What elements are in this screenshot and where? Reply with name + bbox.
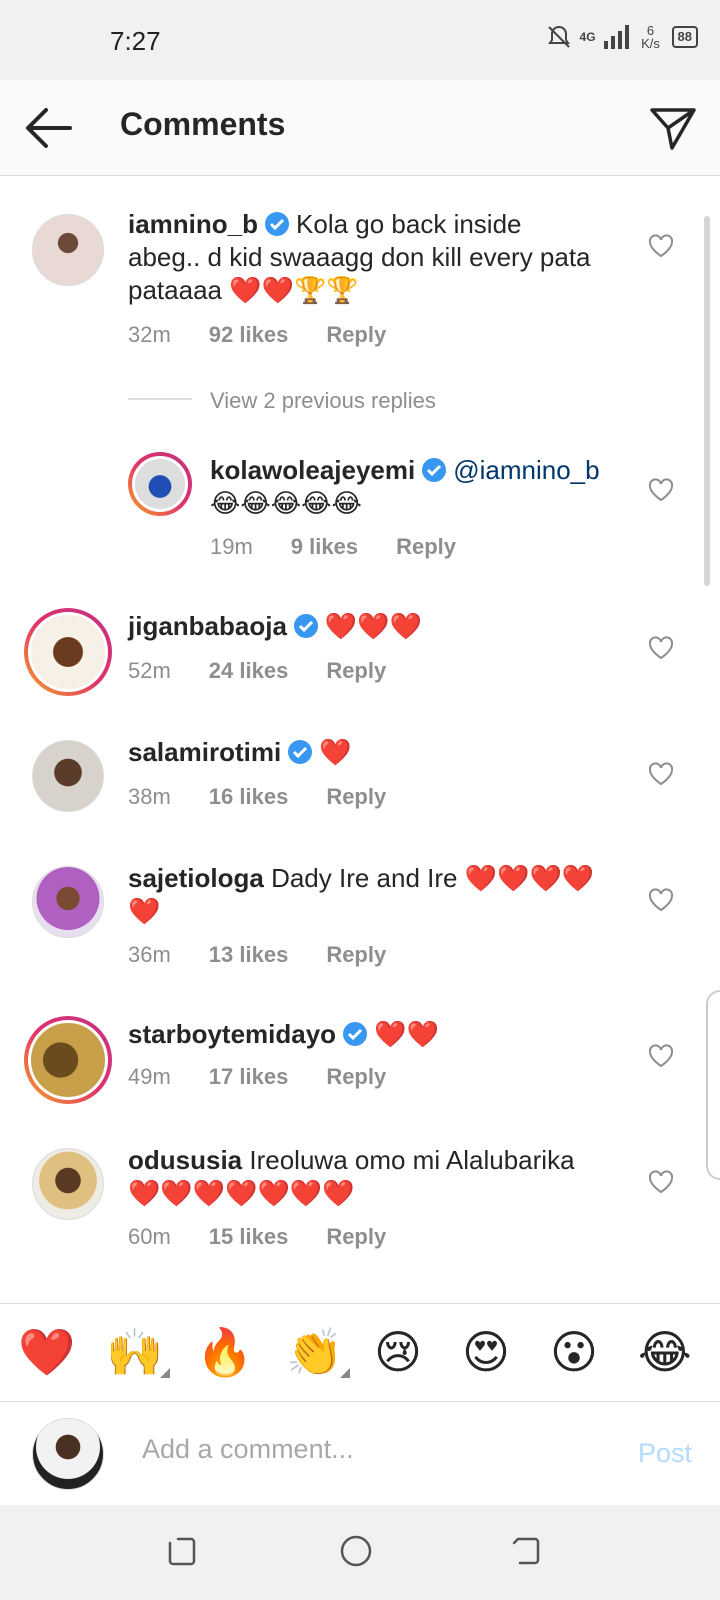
status-time: 7:27 — [110, 26, 161, 56]
emoji-fire[interactable]: 🔥 — [196, 1324, 253, 1380]
verified-badge-icon — [265, 212, 290, 236]
comment-meta: 52m 24 likes Reply — [128, 658, 386, 684]
reply-button[interactable]: Reply — [326, 322, 386, 348]
likes-count[interactable]: 92 likes — [209, 322, 289, 348]
likes-count[interactable]: 13 likes — [209, 942, 289, 968]
comment-time: 36m — [128, 942, 171, 967]
emoji-joy[interactable]: 😂 — [638, 1324, 692, 1380]
system-navigation-bar — [0, 1505, 720, 1600]
comment-text: odususia Ireoluwa omo mi Alalubarika ❤️❤… — [128, 1145, 575, 1208]
like-heart-icon[interactable] — [648, 478, 674, 502]
direct-send-icon[interactable] — [648, 102, 698, 152]
like-heart-icon[interactable] — [648, 1044, 674, 1068]
battery-icon: 88 — [671, 26, 698, 48]
comment-text: iamnino_b Kola go back inside abeg.. d ki… — [128, 209, 591, 305]
username[interactable]: iamnino_b — [128, 209, 258, 239]
skin-tone-indicator — [160, 1368, 170, 1378]
avatar[interactable] — [128, 452, 192, 516]
mute-icon — [547, 25, 570, 48]
comments-header: Comments — [0, 80, 720, 176]
likes-count[interactable]: 17 likes — [209, 1064, 289, 1090]
comment-text: salamirotimi ❤️ — [128, 737, 352, 767]
status-bar: 7:27 4G 6 K/s 88 — [0, 0, 720, 80]
like-heart-icon[interactable] — [648, 888, 674, 912]
reply-button[interactable]: Reply — [326, 784, 386, 810]
likes-count[interactable]: 16 likes — [209, 784, 289, 810]
comment-text: kolawoleajeyemi @iamnino_b 😂😂😂😂😂 — [210, 455, 600, 518]
username[interactable]: starboytemidayo — [128, 1019, 336, 1049]
avatar[interactable] — [24, 1016, 112, 1104]
username[interactable]: jiganbabaoja — [128, 611, 287, 641]
verified-badge-icon — [422, 458, 447, 482]
avatar[interactable] — [32, 214, 104, 286]
like-heart-icon[interactable] — [648, 636, 674, 660]
speed-label: 6 K/s — [641, 23, 660, 51]
recents-icon[interactable] — [164, 1533, 200, 1569]
comment-meta: 60m 15 likes Reply — [128, 1224, 386, 1250]
page-title: Comments — [120, 106, 286, 142]
back-nav-icon[interactable] — [508, 1533, 544, 1569]
username[interactable]: salamirotimi — [128, 737, 281, 767]
comment-time: 19m — [210, 534, 253, 559]
comment-meta: 32m 92 likes Reply — [128, 322, 386, 348]
emoji-crying[interactable]: 😢 — [374, 1324, 422, 1380]
post-button[interactable]: Post — [638, 1438, 692, 1469]
username[interactable]: sajetiologa — [128, 863, 264, 893]
verified-badge-icon — [343, 1022, 368, 1046]
avatar[interactable] — [24, 608, 112, 696]
back-arrow-icon[interactable] — [22, 104, 74, 152]
comment-composer: Add a comment... Post — [0, 1401, 720, 1505]
reply-button[interactable]: Reply — [396, 534, 456, 560]
likes-count[interactable]: 24 likes — [209, 658, 289, 684]
emoji-heart-eyes[interactable]: 😍 — [462, 1324, 510, 1380]
like-heart-icon[interactable] — [648, 762, 674, 786]
comment-meta: 38m 16 likes Reply — [128, 784, 386, 810]
avatar[interactable] — [32, 740, 104, 812]
like-heart-icon[interactable] — [648, 1170, 674, 1194]
comment-meta: 19m 9 likes Reply — [210, 534, 456, 560]
network-label: 4G — [579, 30, 596, 44]
skin-tone-indicator — [340, 1368, 350, 1378]
mention-link[interactable]: @iamnino_b — [453, 455, 599, 485]
comment-text: sajetiologa Dady Ire and Ire ❤️❤️❤️❤️ ❤️ — [128, 863, 595, 926]
reply-button[interactable]: Reply — [326, 942, 386, 968]
avatar[interactable] — [32, 1148, 104, 1220]
comments-list[interactable]: iamnino_b Kola go back inside abeg.. d ki… — [0, 184, 720, 1304]
reply-button[interactable]: Reply — [326, 1224, 386, 1250]
comment-time: 38m — [128, 784, 171, 809]
comment-time: 60m — [128, 1224, 171, 1249]
reply-button[interactable]: Reply — [326, 658, 386, 684]
comment-time: 49m — [128, 1064, 171, 1089]
comment-meta: 49m 17 likes Reply — [128, 1064, 386, 1090]
comment-time: 32m — [128, 322, 171, 347]
like-heart-icon[interactable] — [648, 234, 674, 258]
likes-count[interactable]: 15 likes — [209, 1224, 289, 1250]
likes-count[interactable]: 9 likes — [291, 534, 358, 560]
username[interactable]: odususia — [128, 1145, 242, 1175]
view-previous-replies[interactable]: View 2 previous replies — [210, 388, 436, 414]
my-avatar — [32, 1418, 104, 1490]
system-icons: 4G 6 K/s 88 — [546, 24, 698, 50]
verified-badge-icon — [288, 740, 313, 764]
username[interactable]: kolawoleajeyemi — [210, 455, 415, 485]
emoji-raised-hands[interactable]: 🙌 — [106, 1324, 163, 1380]
comment-time: 52m — [128, 658, 171, 683]
avatar[interactable] — [32, 866, 104, 938]
reply-button[interactable]: Reply — [326, 1064, 386, 1090]
emoji-heart[interactable]: ❤️ — [18, 1324, 75, 1380]
signal-icon — [603, 25, 629, 49]
verified-badge-icon — [293, 614, 318, 638]
comment-meta: 36m 13 likes Reply — [128, 942, 386, 968]
home-icon[interactable] — [338, 1533, 374, 1569]
replies-divider — [128, 398, 192, 400]
emoji-quick-bar: ❤️ 🙌 🔥 👏 😢 😍 😮 😂 — [0, 1303, 720, 1401]
comment-text: jiganbabaoja ❤️❤️❤️ — [128, 611, 423, 641]
comment-input[interactable]: Add a comment... — [142, 1434, 354, 1465]
emoji-surprised[interactable]: 😮 — [550, 1324, 598, 1380]
comment-text: starboytemidayo ❤️❤️ — [128, 1019, 439, 1049]
emoji-clap[interactable]: 👏 — [286, 1324, 343, 1380]
